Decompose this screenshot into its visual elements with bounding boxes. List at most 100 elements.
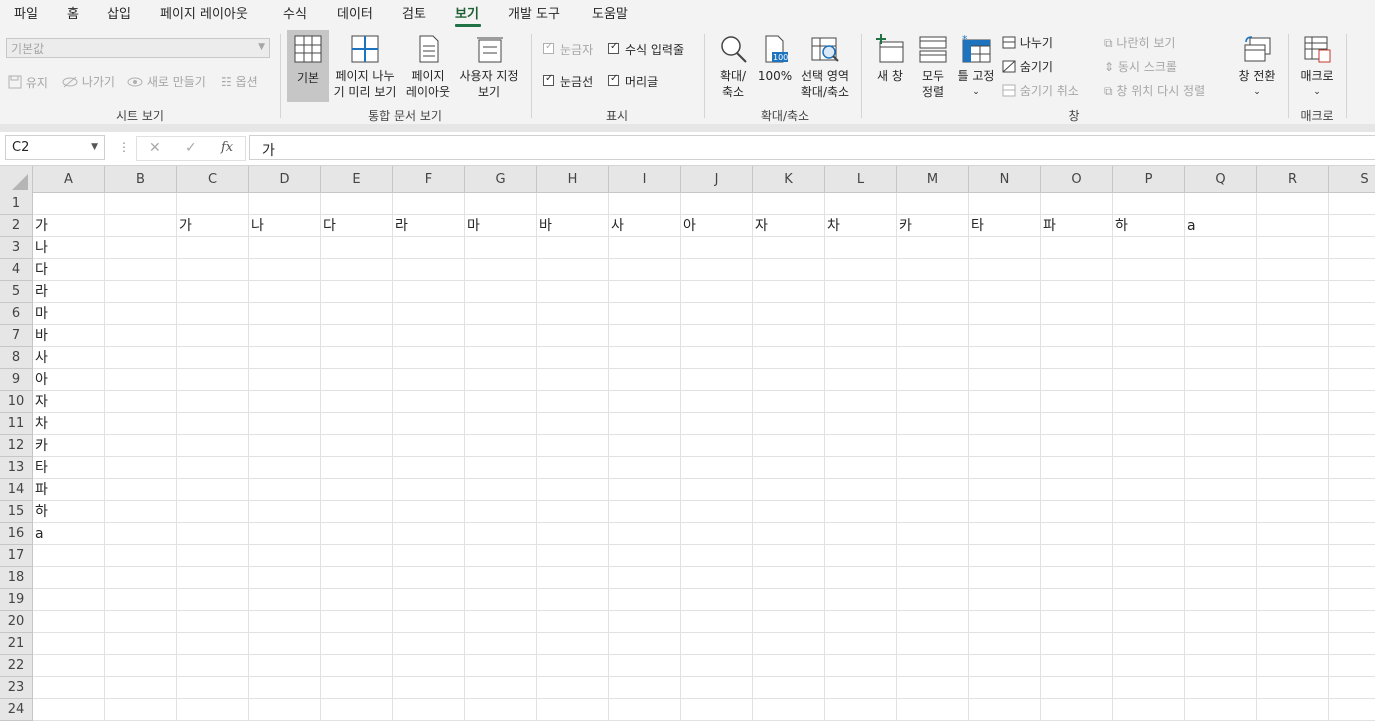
cell-J3[interactable]: [681, 237, 753, 259]
cell-N6[interactable]: [969, 303, 1041, 325]
cell-L5[interactable]: [825, 281, 897, 303]
cell-L2[interactable]: 차: [825, 215, 897, 237]
cell-N17[interactable]: [969, 545, 1041, 567]
cell-N1[interactable]: [969, 193, 1041, 215]
cell-I7[interactable]: [609, 325, 681, 347]
cell-D14[interactable]: [249, 479, 321, 501]
row-header[interactable]: 17: [0, 545, 33, 567]
cell-A5[interactable]: 라: [33, 281, 105, 303]
cell-F16[interactable]: [393, 523, 465, 545]
cell-F1[interactable]: [393, 193, 465, 215]
cell-K13[interactable]: [753, 457, 825, 479]
cell-C5[interactable]: [177, 281, 249, 303]
cell-N19[interactable]: [969, 589, 1041, 611]
tab-developer[interactable]: 개발 도구: [508, 3, 560, 22]
cell-S4[interactable]: [1329, 259, 1375, 281]
row-header[interactable]: 16: [0, 523, 33, 545]
cell-D18[interactable]: [249, 567, 321, 589]
cell-C14[interactable]: [177, 479, 249, 501]
cell-J2[interactable]: 아: [681, 215, 753, 237]
formula-bar-checkbox[interactable]: ✓: [608, 41, 619, 54]
cell-A15[interactable]: 하: [33, 501, 105, 523]
cell-A10[interactable]: 자: [33, 391, 105, 413]
cell-B19[interactable]: [105, 589, 177, 611]
cell-M8[interactable]: [897, 347, 969, 369]
cell-E2[interactable]: 다: [321, 215, 393, 237]
cell-N11[interactable]: [969, 413, 1041, 435]
cell-R8[interactable]: [1257, 347, 1329, 369]
cell-A23[interactable]: [33, 677, 105, 699]
cell-N15[interactable]: [969, 501, 1041, 523]
tab-home[interactable]: 홈: [67, 3, 79, 22]
cell-M9[interactable]: [897, 369, 969, 391]
cell-A6[interactable]: 마: [33, 303, 105, 325]
cell-H12[interactable]: [537, 435, 609, 457]
cell-M2[interactable]: 카: [897, 215, 969, 237]
arrange-all-button[interactable]: 모두 정렬: [913, 30, 953, 100]
tab-file[interactable]: 파일: [14, 3, 38, 22]
cell-H5[interactable]: [537, 281, 609, 303]
formula-input[interactable]: 가: [249, 135, 1375, 160]
cell-M14[interactable]: [897, 479, 969, 501]
new-window-button[interactable]: 새 창: [869, 30, 911, 84]
cell-S22[interactable]: [1329, 655, 1375, 677]
cell-N4[interactable]: [969, 259, 1041, 281]
cell-B8[interactable]: [105, 347, 177, 369]
cell-S1[interactable]: [1329, 193, 1375, 215]
cell-A18[interactable]: [33, 567, 105, 589]
cell-K5[interactable]: [753, 281, 825, 303]
cell-N20[interactable]: [969, 611, 1041, 633]
cell-C2[interactable]: 가: [177, 215, 249, 237]
cell-S3[interactable]: [1329, 237, 1375, 259]
cell-F11[interactable]: [393, 413, 465, 435]
column-header[interactable]: S: [1329, 166, 1375, 193]
row-header[interactable]: 18: [0, 567, 33, 589]
cell-K21[interactable]: [753, 633, 825, 655]
cell-J19[interactable]: [681, 589, 753, 611]
cell-H13[interactable]: [537, 457, 609, 479]
cell-I14[interactable]: [609, 479, 681, 501]
cell-P1[interactable]: [1113, 193, 1185, 215]
cell-O19[interactable]: [1041, 589, 1113, 611]
row-header[interactable]: 13: [0, 457, 33, 479]
cell-J8[interactable]: [681, 347, 753, 369]
column-header[interactable]: E: [321, 166, 393, 193]
cell-E18[interactable]: [321, 567, 393, 589]
cell-E20[interactable]: [321, 611, 393, 633]
cell-D17[interactable]: [249, 545, 321, 567]
cell-A8[interactable]: 사: [33, 347, 105, 369]
cell-D3[interactable]: [249, 237, 321, 259]
cell-O11[interactable]: [1041, 413, 1113, 435]
cell-L17[interactable]: [825, 545, 897, 567]
cell-A14[interactable]: 파: [33, 479, 105, 501]
cell-G22[interactable]: [465, 655, 537, 677]
cell-F14[interactable]: [393, 479, 465, 501]
custom-views-button[interactable]: 사용자 지정 보기: [455, 30, 523, 100]
cell-I16[interactable]: [609, 523, 681, 545]
cell-R20[interactable]: [1257, 611, 1329, 633]
tab-view[interactable]: 보기: [455, 3, 479, 22]
cell-K23[interactable]: [753, 677, 825, 699]
cell-C7[interactable]: [177, 325, 249, 347]
cell-F22[interactable]: [393, 655, 465, 677]
cell-R4[interactable]: [1257, 259, 1329, 281]
cell-Q12[interactable]: [1185, 435, 1257, 457]
cell-J15[interactable]: [681, 501, 753, 523]
cell-S7[interactable]: [1329, 325, 1375, 347]
cell-S16[interactable]: [1329, 523, 1375, 545]
cell-F2[interactable]: 라: [393, 215, 465, 237]
cell-R1[interactable]: [1257, 193, 1329, 215]
cell-Q6[interactable]: [1185, 303, 1257, 325]
cell-J23[interactable]: [681, 677, 753, 699]
row-header[interactable]: 3: [0, 237, 33, 259]
column-header[interactable]: K: [753, 166, 825, 193]
cell-I9[interactable]: [609, 369, 681, 391]
cell-A9[interactable]: 아: [33, 369, 105, 391]
cell-I23[interactable]: [609, 677, 681, 699]
cell-P22[interactable]: [1113, 655, 1185, 677]
cell-E17[interactable]: [321, 545, 393, 567]
cell-F8[interactable]: [393, 347, 465, 369]
column-header[interactable]: Q: [1185, 166, 1257, 193]
cell-P7[interactable]: [1113, 325, 1185, 347]
cell-C8[interactable]: [177, 347, 249, 369]
